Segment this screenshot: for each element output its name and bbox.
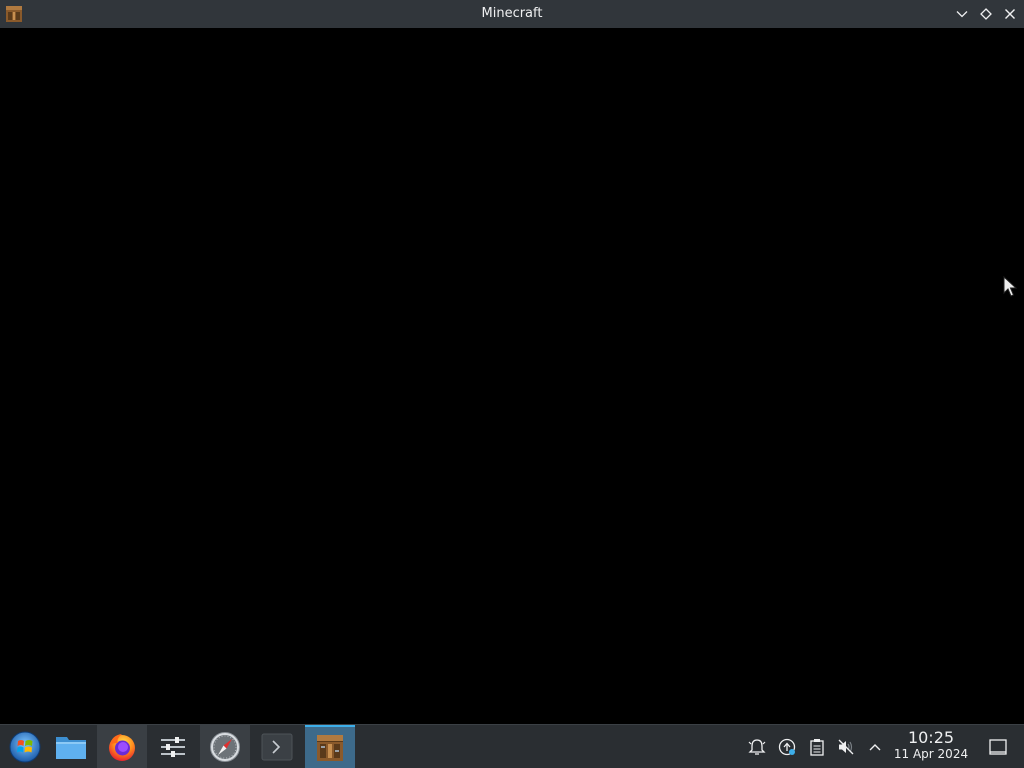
taskbar-system-settings[interactable] [148,725,198,768]
taskbar-firefox[interactable] [97,725,147,768]
show-desktop-icon [989,739,1007,755]
close-icon [1005,9,1015,19]
file-manager-icon [56,736,86,759]
taskbar-file-manager[interactable] [46,725,96,768]
clipboard-button[interactable] [807,737,827,757]
firefox-icon [109,733,135,761]
show-desktop-button[interactable] [988,737,1008,757]
updates-button[interactable] [777,737,797,757]
maximize-icon [980,8,992,20]
window-titlebar[interactable]: Minecraft [0,0,1024,28]
start-menu-button[interactable] [0,725,50,768]
clock-date: 11 Apr 2024 [893,747,969,761]
taskbar-terminal[interactable] [252,725,302,768]
safari-compass-icon [210,731,240,762]
update-icon [778,738,796,756]
close-button[interactable] [1000,4,1020,24]
maximize-button[interactable] [976,4,996,24]
terminal-icon [261,733,293,760]
taskbar-safari[interactable] [200,725,250,768]
volume-button[interactable] [836,737,856,757]
game-viewport[interactable] [0,28,1024,724]
clipboard-icon [810,739,824,756]
minimize-icon [956,11,968,18]
window-title: Minecraft [481,6,543,21]
minecraft-icon [317,734,343,761]
taskbar-minecraft[interactable] [305,725,355,768]
volume-muted-icon [838,739,854,755]
taskbar: 10:25 11 Apr 2024 [0,724,1024,768]
minimize-button[interactable] [952,4,972,24]
notifications-bell-icon [748,739,766,755]
start-orb-icon [9,731,41,762]
notifications-button[interactable] [747,737,767,757]
system-settings-icon [161,736,185,757]
mouse-cursor-icon [1003,276,1017,297]
desktop: Minecraft 10:25 11 Apr 2024 [0,0,1024,768]
expand-tray-button[interactable] [865,737,885,757]
clock-time: 10:25 [907,728,955,747]
clock[interactable]: 10:25 11 Apr 2024 [890,728,972,762]
expand-tray-chevron-icon [869,744,881,751]
